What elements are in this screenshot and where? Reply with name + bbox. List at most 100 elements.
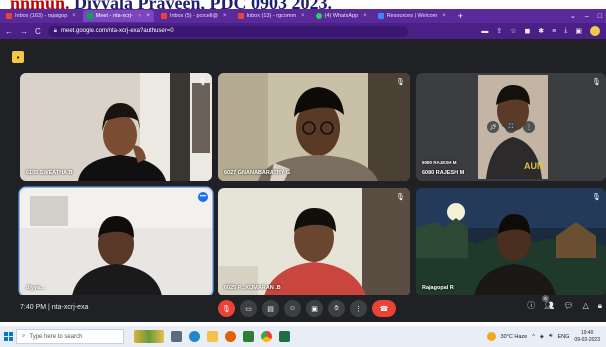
participant-tile[interactable]: 🎙︎ 6105 SWEATHA B [20,73,212,181]
windows-logo-icon [3,332,13,341]
start-button[interactable] [0,326,16,347]
browser-tab[interactable]: Inbox (163) - rajaigop × [2,10,80,22]
download-icon[interactable]: ⤓ [564,27,567,35]
participant-tile[interactable]: 🎙︎ 6025 P...KUMARAN .B [218,188,410,296]
activities-badge-icon[interactable]: ▪ [12,51,24,63]
mic-off-icon: 🎙︎ [396,79,405,86]
leave-call-button[interactable]: ☎︎ [372,300,396,317]
more-options-icon[interactable]: ⋮ [523,121,535,133]
firefox-icon[interactable] [225,331,236,342]
lock-host-icon[interactable]: 🔒︎ [598,301,602,311]
participant-name: 6025 P...KUMARAN .B [224,285,281,291]
close-icon[interactable]: × [442,13,446,19]
chrome-icon[interactable] [261,331,272,342]
minimize-icon[interactable]: – [585,13,589,20]
people-icon[interactable]: 👥︎ [544,301,554,310]
captions-button[interactable]: ▤ [262,300,279,317]
reload-icon[interactable]: C [35,27,41,36]
share-icon[interactable]: ⇪ [496,27,502,35]
edge-icon[interactable] [189,331,200,342]
mic-off-icon: 🎙︎ [592,194,601,201]
browser-tab-active[interactable]: Meet - nta-xcrj- ● × [82,10,154,22]
meeting-code: nta-xcrj-exa [51,304,89,311]
tab-label: Inbox (5) - pcrcell@ [169,13,218,19]
whatsapp-icon [315,13,322,19]
network-icon[interactable]: ◈ [540,334,544,340]
new-tab-button[interactable]: + [453,11,468,21]
profile-avatar[interactable] [590,26,600,36]
participant-tile[interactable]: 🎙︎ Rajagopal R [416,188,606,296]
sidebar-icon[interactable]: ▣ [575,27,582,35]
system-tray: 30°C Haze ^ ◈ 🔊︎ ENG 19:40 09-03-2023 [486,326,600,347]
weather-text[interactable]: 30°C Haze [501,334,528,340]
emoji-reactions-button[interactable]: ☺ [284,300,301,317]
maximize-icon[interactable]: □ [598,13,602,20]
close-icon[interactable]: × [146,13,150,19]
people-count-badge: 6 [542,295,549,302]
app-icon[interactable] [243,331,254,342]
url-text: meet.google.com/nta-xcrj-exa?authuser=0 [60,28,174,34]
reading-list-icon[interactable]: ≡ [552,28,556,35]
participant-name-small: 6080 RAJESH M [422,160,457,165]
raise-hand-button[interactable]: ✋︎ [328,300,345,317]
tab-search-icon[interactable]: ⌄ [570,12,576,20]
camera-indicator-icon[interactable]: ▬ [481,28,488,35]
call-controls: 🎙︎ ▭ ▤ ☺ ▣ ✋︎ ⋮ ☎︎ [218,300,396,317]
file-explorer-icon[interactable] [207,331,218,342]
volume-icon[interactable]: 🔊︎ [549,333,552,340]
participant-tile[interactable]: 🎙︎ 6027 GNANABARATHY G [218,73,410,181]
participant-tile-active[interactable]: ••• diyya... [20,188,212,296]
pin-icon[interactable]: 📌︎ [487,121,499,133]
present-screen-button[interactable]: ▣ [306,300,323,317]
caption-text: nnmun. Diyyala Praveen, PDC 0903 2023. [10,0,332,9]
extension-icon[interactable]: ◼ [524,27,530,35]
chat-icon[interactable]: 💬︎ [563,301,573,310]
close-icon[interactable]: × [223,13,227,19]
back-icon[interactable]: ← [5,27,13,36]
news-widget-icon[interactable] [134,330,164,343]
puzzle-icon[interactable]: ✱ [538,27,544,35]
caption-band: nnmun. Diyyala Praveen, PDC 0903 2023. [0,0,606,9]
participant-name: 6080 RAJESH M [422,170,465,176]
screen: nnmun. Diyyala Praveen, PDC 0903 2023. I… [0,0,606,347]
close-icon[interactable]: × [72,13,76,19]
gmail-icon [237,13,244,19]
search-placeholder: Type here to search [29,333,83,340]
meet-icon [86,13,93,19]
browser-tab[interactable]: Resources | Welcom × [374,10,450,22]
mic-toggle-button[interactable]: 🎙︎ [218,300,235,317]
participant-video [218,188,410,296]
recording-dot-icon: ● [137,13,142,19]
browser-tab[interactable]: (4) WhatsApp × [312,10,371,22]
tab-label: Inbox (163) - rajaigop [15,13,68,19]
meeting-info: 7:40 PM | nta-xcrj-exa [20,304,88,311]
mic-off-icon: 🎙︎ [396,194,405,201]
browser-tab[interactable]: Inbox (5) - pcrcell@ × [157,10,231,22]
forward-icon[interactable]: → [20,27,28,36]
fullscreen-icon[interactable]: ⛶ [505,121,517,133]
participant-name: 6027 GNANABARATHY G [224,170,291,176]
window-controls: ⌄ – □ [570,9,602,23]
tab-label: Meet - nta-xcrj- [95,13,133,19]
language-indicator[interactable]: ENG [558,334,570,340]
more-options-button[interactable]: ⋮ [350,300,367,317]
tray-chevron-icon[interactable]: ^ [532,334,535,340]
close-icon[interactable]: × [363,13,367,19]
bookmark-star-icon[interactable]: ☆ [510,27,516,35]
lock-icon: 🔒︎ [53,27,57,34]
browser-tab[interactable]: Inbox (13) - rgcomm × [234,10,309,22]
meet-side-controls: ⓘ 👥︎ 💬︎ △ 🔒︎ [527,300,602,311]
participant-name: diyya... [26,285,45,291]
camera-toggle-button[interactable]: ▭ [240,300,257,317]
task-view-icon[interactable] [171,331,182,342]
close-icon[interactable]: × [301,13,305,19]
activities-icon[interactable]: △ [583,301,589,310]
taskbar-search[interactable]: ⌕ Type here to search [16,329,124,344]
participant-tile[interactable]: AUN 📌︎ ⛶ ⋮ 🎙︎ 6080 RAJESH M 6080 RAJESH … [416,73,606,181]
speaking-indicator-icon: ••• [198,192,208,202]
address-bar[interactable]: 🔒︎ meet.google.com/nta-xcrj-exa?authuser… [47,25,408,37]
taskbar-clock[interactable]: 19:40 09-03-2023 [574,330,600,344]
info-icon[interactable]: ⓘ [527,300,535,311]
excel-icon[interactable] [279,331,290,342]
weather-sun-icon [486,332,496,341]
